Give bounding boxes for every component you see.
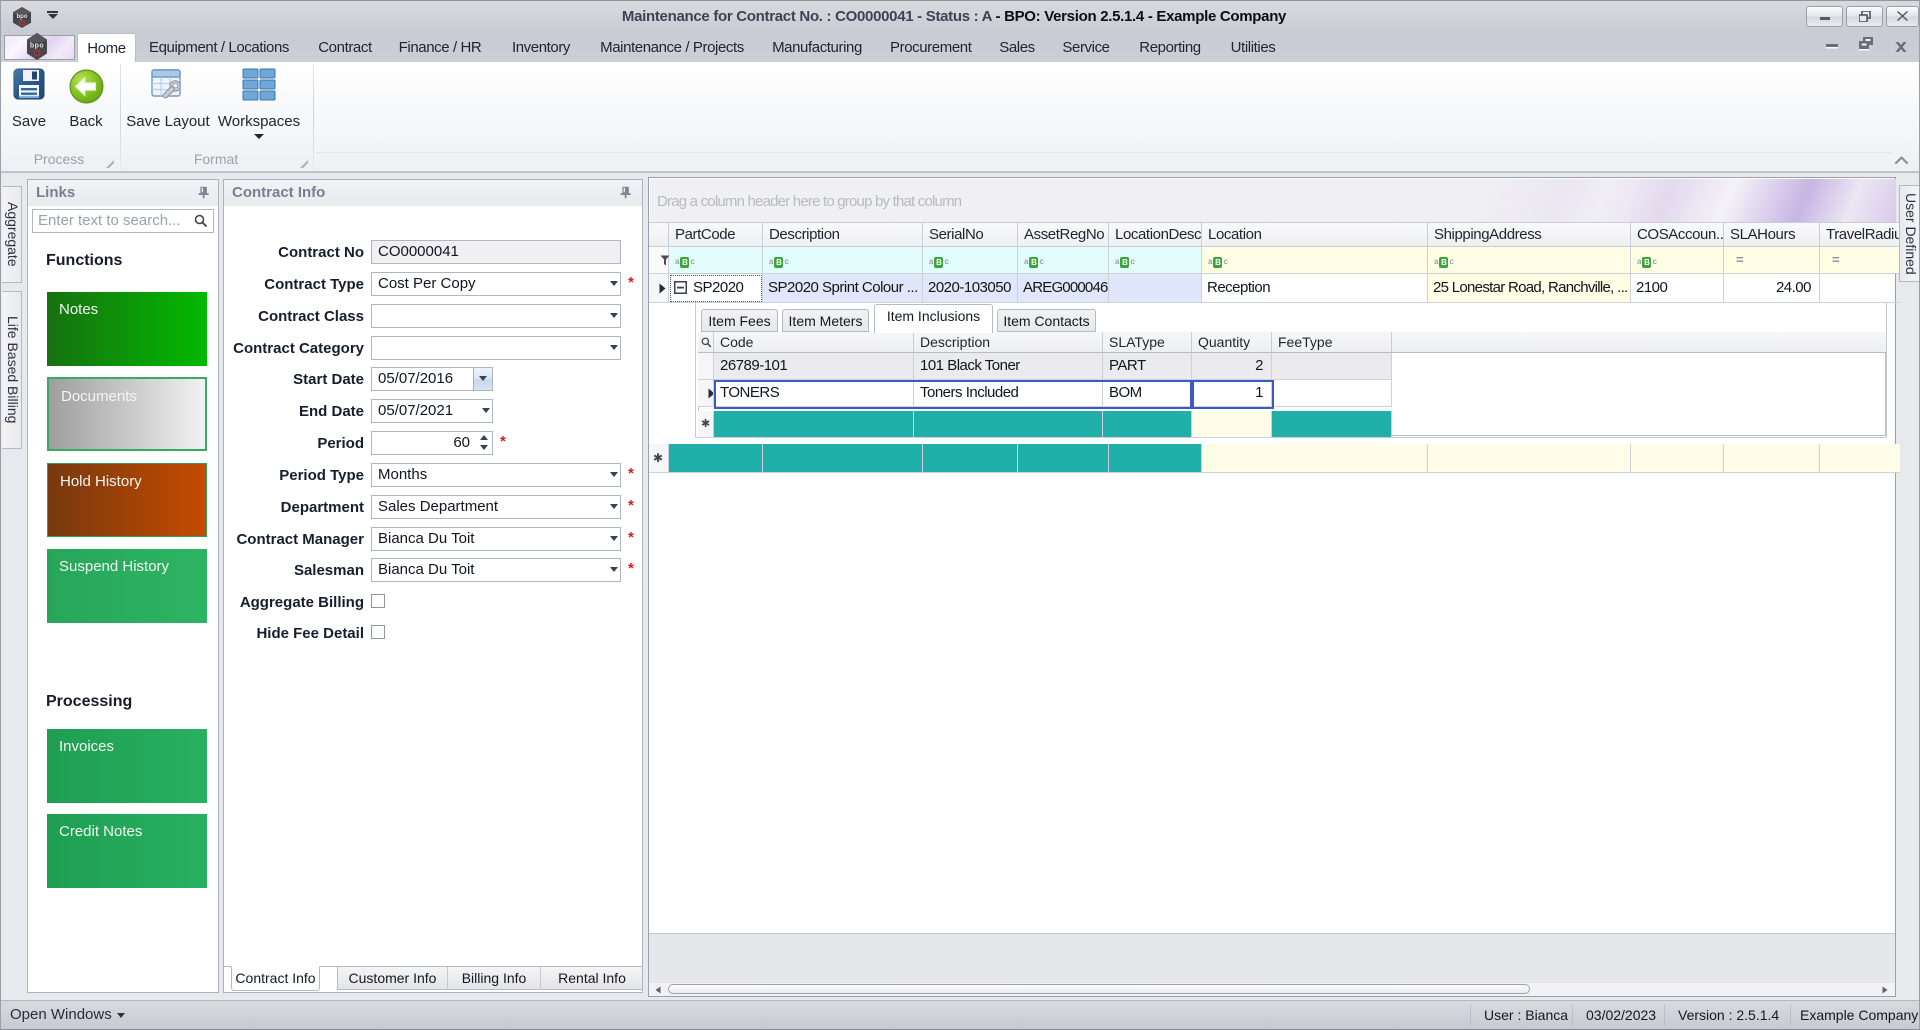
svg-text:bpo: bpo (30, 42, 44, 49)
svg-text:bpo: bpo (17, 14, 28, 20)
